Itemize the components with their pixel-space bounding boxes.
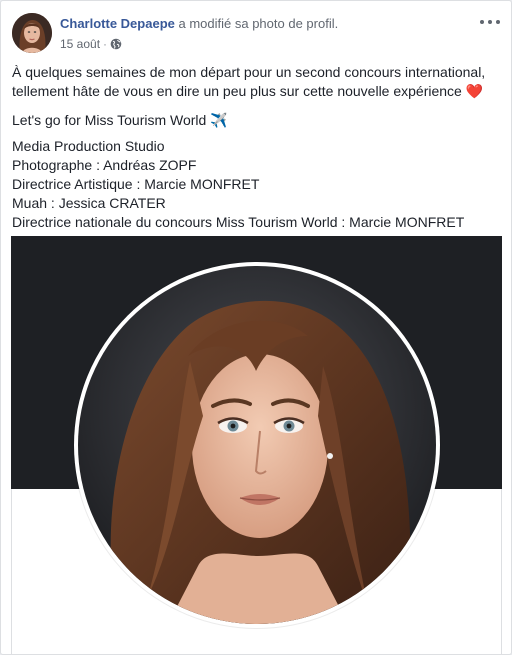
paragraph-1-line-2-text: tellement hâte de vous en dire un peu pl… — [12, 83, 462, 99]
post-meta: 15 août · — [60, 37, 122, 51]
post-credits: Media Production Studio Photographe : An… — [12, 137, 500, 232]
more-dot — [480, 20, 484, 24]
post-paragraph-2: Let's go for Miss Tourism World ✈️ — [12, 111, 500, 130]
credit-line: Directrice nationale du concours Miss To… — [12, 214, 465, 230]
credit-line: Media Production Studio — [12, 138, 165, 154]
credit-line: Muah : Jessica CRATER — [12, 195, 166, 211]
portrait-image — [78, 266, 436, 624]
meta-separator: · — [103, 37, 108, 51]
more-dot — [496, 20, 500, 24]
author-avatar[interactable] — [12, 13, 52, 53]
paragraph-1-line-2: tellement hâte de vous en dire un peu pl… — [12, 82, 500, 101]
post-date-link[interactable]: 15 août — [60, 37, 100, 51]
more-options-icon[interactable] — [480, 15, 500, 29]
airplane-emoji: ✈️ — [210, 112, 228, 128]
more-dot — [488, 20, 492, 24]
credit-line: Directrice Artistique : Marcie MONFRET — [12, 176, 260, 192]
post-header: Charlotte Depaepe a modifié sa photo de … — [1, 1, 511, 59]
globe-icon[interactable] — [110, 38, 122, 50]
profile-picture[interactable] — [74, 262, 440, 628]
profile-photo-attachment[interactable] — [11, 236, 502, 654]
paragraph-2-text: Let's go for Miss Tourism World — [12, 112, 207, 128]
post-action-text: a modifié sa photo de profil. — [178, 16, 339, 31]
feed-post: Charlotte Depaepe a modifié sa photo de … — [0, 0, 512, 655]
author-name-link[interactable]: Charlotte Depaepe — [60, 16, 175, 31]
post-text: À quelques semaines de mon départ pour u… — [12, 63, 500, 239]
paragraph-1-line-1: À quelques semaines de mon départ pour u… — [12, 64, 486, 80]
post-headline: Charlotte Depaepe a modifié sa photo de … — [60, 16, 338, 32]
post-paragraph-1: À quelques semaines de mon départ pour u… — [12, 63, 500, 101]
avatar-image — [12, 13, 52, 53]
heart-emoji: ❤️ — [465, 83, 484, 99]
credit-line: Photographe : Andréas ZOPF — [12, 157, 197, 173]
